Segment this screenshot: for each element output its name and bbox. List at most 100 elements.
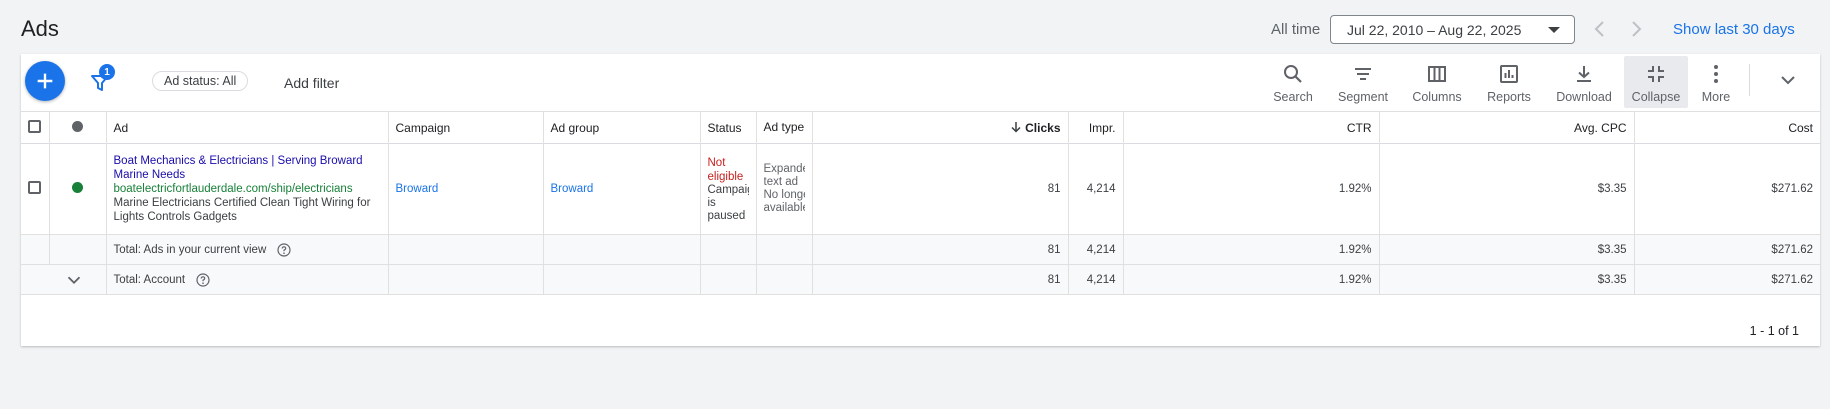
total-account-avg-cpc: $3.35 xyxy=(1379,264,1635,295)
date-range-picker[interactable]: Jul 22, 2010 – Aug 22, 2025 xyxy=(1330,15,1575,44)
collapse-tool-label: Collapse xyxy=(1631,90,1681,104)
total-account-label: Total: Account xyxy=(113,273,186,286)
column-header-ctr[interactable]: CTR xyxy=(1123,111,1380,144)
date-range-label: All time xyxy=(1271,21,1321,38)
column-header-avg-cpc[interactable]: Avg. CPC xyxy=(1379,111,1635,144)
columns-tool-label: Columns xyxy=(1412,90,1462,104)
help-icon[interactable] xyxy=(277,242,292,257)
page-title: Ads xyxy=(21,16,59,41)
row-status-cell xyxy=(49,143,107,235)
search-tool-button[interactable]: Search xyxy=(1263,56,1323,108)
columns-icon xyxy=(1428,66,1446,82)
segment-icon xyxy=(1355,68,1371,80)
total-view-impr: 4,214 xyxy=(1068,234,1124,265)
add-filter-button[interactable]: Add filter xyxy=(284,75,339,91)
status-not-eligible[interactable]: Not eligible xyxy=(708,156,749,184)
table-row: Boat Mechanics & Electricians | Serving … xyxy=(21,143,1820,235)
ad-type-cell: Expanded text ad No longer available xyxy=(756,143,813,235)
select-all-header xyxy=(21,111,50,144)
total-view-label-cell: Total: Ads in your current view xyxy=(106,234,389,265)
ad-status-filter-chip[interactable]: Ad status: All xyxy=(152,71,249,91)
status-cell: Not eligible Campaign is paused xyxy=(700,143,757,235)
column-header-impr[interactable]: Impr. xyxy=(1068,111,1124,144)
add-ad-button[interactable] xyxy=(25,61,65,101)
status-reason: Campaign is paused xyxy=(707,183,749,222)
ad-cell: Boat Mechanics & Electricians | Serving … xyxy=(106,143,389,235)
date-range-value: Jul 22, 2010 – Aug 22, 2025 xyxy=(1347,21,1522,38)
ad-display-url: boatelectricfortlauderdale.com/ship/elec… xyxy=(113,183,353,195)
more-vert-icon xyxy=(1714,65,1718,83)
more-tool-button[interactable]: More xyxy=(1691,56,1741,108)
help-icon[interactable] xyxy=(196,272,210,287)
next-period-button[interactable] xyxy=(1624,16,1648,42)
campaign-link[interactable]: Broward xyxy=(396,183,439,195)
plus-icon xyxy=(37,73,53,89)
segment-tool-label: Segment xyxy=(1337,90,1389,104)
reports-tool-label: Reports xyxy=(1487,90,1531,104)
column-header-ad-type[interactable]: Ad type xyxy=(756,111,813,144)
table-header-row: Ad Campaign Ad group Status Ad type Clic… xyxy=(21,111,1820,144)
total-view-clicks: 81 xyxy=(812,234,1069,265)
total-view-cost: $271.62 xyxy=(1771,243,1813,256)
total-view-label: Total: Ads in your current view xyxy=(113,243,267,256)
segment-tool-button[interactable]: Segment xyxy=(1328,56,1398,108)
previous-period-button[interactable] xyxy=(1588,16,1612,42)
total-account-cost: $271.62 xyxy=(1771,273,1813,286)
total-view-avg-cpc: $3.35 xyxy=(1379,234,1635,265)
column-header-ad-group[interactable]: Ad group xyxy=(543,111,701,144)
expand-totals-cell xyxy=(21,264,107,295)
total-account-label-cell: Total: Account xyxy=(106,264,389,295)
chevron-down-icon[interactable] xyxy=(63,269,85,291)
column-header-clicks[interactable]: Clicks xyxy=(812,111,1069,144)
cost-cell: $271.62 xyxy=(1771,183,1813,195)
total-account-impr: 4,214 xyxy=(1068,264,1124,295)
more-tool-label: More xyxy=(1701,90,1731,104)
reports-tool-button[interactable]: Reports xyxy=(1476,56,1542,108)
impr-cell: 4,214 xyxy=(1068,143,1124,235)
expand-toolbar-chevron-icon[interactable] xyxy=(1776,68,1800,92)
dropdown-caret-icon xyxy=(1548,27,1560,33)
collapse-tool-button[interactable]: Collapse xyxy=(1624,56,1688,108)
enabled-status-dot-icon[interactable] xyxy=(72,182,83,193)
clicks-cell: 81 xyxy=(812,143,1069,235)
column-header-cost[interactable]: Cost xyxy=(1634,112,1820,144)
ad-group-cell: Broward xyxy=(543,143,701,235)
total-account-ctr: 1.92% xyxy=(1123,264,1380,295)
select-all-checkbox[interactable] xyxy=(28,119,42,133)
search-tool-label: Search xyxy=(1273,90,1313,104)
chevron-right-icon xyxy=(1632,21,1642,37)
chevron-left-icon xyxy=(1594,21,1604,37)
total-account-row: Total: Account 81 4,214 1.92% $3.35 $271… xyxy=(21,264,1820,295)
search-icon xyxy=(1284,65,1302,83)
column-header-ad[interactable]: Ad xyxy=(106,111,389,144)
download-tool-button[interactable]: Download xyxy=(1547,56,1621,108)
ad-headline[interactable]: Boat Mechanics & Electricians | Serving … xyxy=(114,154,381,182)
ctr-cell: 1.92% xyxy=(1123,143,1380,235)
ads-table: Ad Campaign Ad group Status Ad type Clic… xyxy=(21,111,1820,295)
ad-type-line-2: text ad xyxy=(763,176,799,188)
download-icon xyxy=(1577,66,1591,82)
row-checkbox[interactable] xyxy=(28,181,42,194)
column-header-campaign[interactable]: Campaign xyxy=(388,111,544,144)
ads-table-card: 1 Ad status: All Add filter Search Segme… xyxy=(21,54,1820,346)
collapse-icon xyxy=(1648,66,1664,82)
clicks-header-label: Clicks xyxy=(1025,120,1061,135)
ad-type-line-3: No longer xyxy=(763,189,805,201)
status-filter-dot-icon[interactable] xyxy=(72,120,83,132)
column-header-status[interactable]: Status xyxy=(700,111,757,144)
ad-group-link[interactable]: Broward xyxy=(551,183,594,195)
avg-cpc-cell: $3.35 xyxy=(1379,143,1635,235)
toolbar-divider xyxy=(1749,64,1750,96)
row-select-cell xyxy=(21,143,50,235)
filter-count-badge: 1 xyxy=(99,64,115,80)
total-current-view-row: Total: Ads in your current view 81 4,214… xyxy=(21,234,1820,265)
ad-description: Marine Electricians Certified Clean Tigh… xyxy=(113,197,371,223)
pagination-info: 1 - 1 of 1 xyxy=(1749,324,1799,338)
ad-type-line-4: available xyxy=(763,202,805,214)
download-tool-label: Download xyxy=(1556,90,1612,104)
show-last-30-days-link[interactable]: Show last 30 days xyxy=(1673,21,1795,38)
total-account-clicks: 81 xyxy=(812,264,1069,295)
campaign-cell: Broward xyxy=(388,143,544,235)
columns-tool-button[interactable]: Columns xyxy=(1402,56,1472,108)
total-view-ctr: 1.92% xyxy=(1123,234,1380,265)
